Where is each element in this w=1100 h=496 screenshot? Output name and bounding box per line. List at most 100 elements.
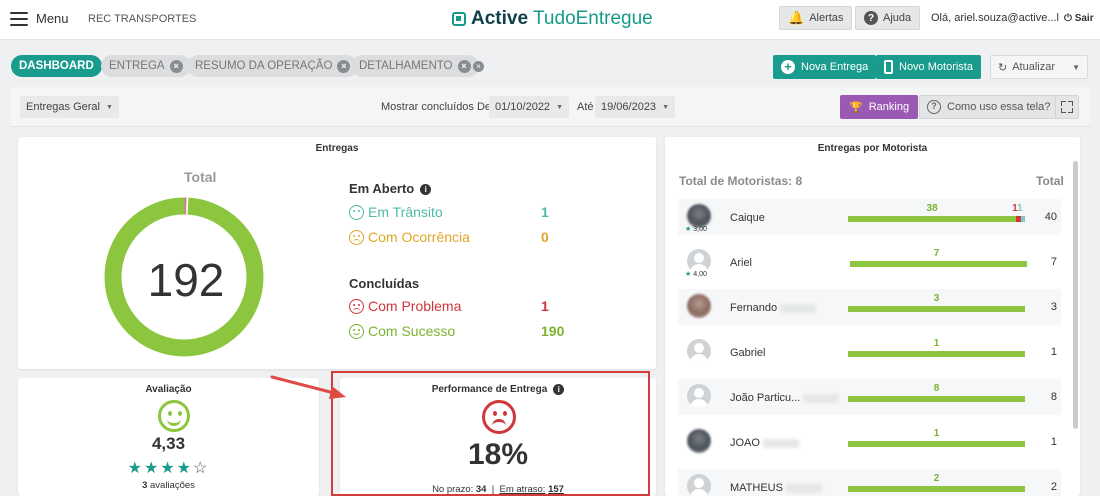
- ranking-button[interactable]: 🏆 Ranking: [840, 95, 919, 119]
- help-button[interactable]: ? Ajuda: [855, 6, 921, 30]
- stat-occurrence[interactable]: Com Ocorrência 0: [349, 229, 559, 245]
- driver-rating-value: 3,00: [693, 226, 707, 233]
- stat-success[interactable]: Com Sucesso 190: [349, 323, 564, 339]
- stat-label: Em Trânsito: [368, 204, 443, 220]
- new-delivery-button[interactable]: + Nova Entrega: [773, 55, 877, 79]
- caret-down-icon[interactable]: ▼: [1072, 63, 1080, 72]
- driver-name: Gabriel: [730, 347, 765, 359]
- logout-button[interactable]: ⏻ Sair: [1064, 13, 1094, 24]
- driver-row[interactable]: Fernando 3 3: [678, 289, 1061, 325]
- sad-face-icon: [349, 229, 364, 245]
- driver-name: Caique: [730, 212, 765, 224]
- done-heading: Concluídas: [349, 276, 420, 291]
- close-tab-icon[interactable]: ×: [337, 59, 351, 73]
- delivery-bar-success[interactable]: [848, 486, 1025, 492]
- tab-label: ENTREGA: [109, 60, 165, 72]
- logo-mark-icon: [452, 12, 466, 26]
- driver-row[interactable]: Gabriel 1 1: [678, 334, 1061, 370]
- alerts-button[interactable]: 🔔 Alertas: [779, 6, 853, 30]
- hamburger-icon: [10, 11, 28, 26]
- expand-icon: [1061, 108, 1066, 113]
- redacted-surname: [780, 303, 817, 313]
- close-tab-icon[interactable]: ×: [169, 59, 183, 73]
- caret-down-icon: ▼: [105, 103, 113, 111]
- menu-button[interactable]: Menu: [10, 11, 69, 26]
- stat-value: 190: [541, 323, 565, 339]
- driver-row[interactable]: JOAO 1 1: [678, 424, 1061, 460]
- stat-label: Com Problema: [368, 298, 462, 314]
- refresh-button[interactable]: ↻ Atualizar ▼: [990, 55, 1088, 79]
- driver-row[interactable]: MATHEUS 2 2: [678, 469, 1061, 496]
- close-tab-icon[interactable]: ×: [457, 59, 471, 73]
- delivery-bar-success[interactable]: [848, 306, 1025, 312]
- delivery-type-select[interactable]: Entregas Geral ▼: [20, 96, 119, 118]
- refresh-label: Atualizar: [1012, 61, 1056, 73]
- sad-face-icon: [349, 298, 364, 314]
- tab-entrega[interactable]: ENTREGA ×: [101, 55, 191, 77]
- driver-total: 7: [1050, 256, 1057, 268]
- stat-in-transit[interactable]: Em Trânsito 1: [349, 204, 559, 220]
- tab-resumo-operacao[interactable]: RESUMO DA OPERAÇÃO ×: [187, 55, 359, 77]
- tab-label: DASHBOARD: [19, 60, 94, 72]
- driver-row[interactable]: ★ 3,00 Caique 38 1 1 40: [678, 199, 1061, 235]
- power-icon: ⏻: [1064, 13, 1072, 24]
- bar-success-label: 3: [933, 293, 940, 304]
- logout-label: Sair: [1074, 13, 1094, 24]
- delivery-bar-open[interactable]: [1020, 216, 1025, 222]
- donut-total-label: Total: [184, 169, 217, 185]
- how-to-use-label: Como uso essa tela?: [947, 101, 1051, 113]
- neutral-face-icon: [349, 204, 364, 220]
- star-icon: ★: [685, 271, 694, 278]
- user-placeholder-icon: [687, 474, 711, 496]
- tab-dashboard[interactable]: DASHBOARD: [11, 55, 102, 77]
- driver-row[interactable]: João Particu... 8 8: [678, 379, 1061, 415]
- menu-label: Menu: [36, 11, 69, 26]
- driver-rating: ★ 4,00: [685, 270, 707, 278]
- delivery-bar-success[interactable]: [848, 396, 1025, 402]
- driver-name-text: Gabriel: [730, 347, 766, 359]
- delivery-bar-success[interactable]: [848, 351, 1025, 357]
- driver-total: 1: [1050, 346, 1057, 358]
- bell-icon: 🔔: [788, 10, 805, 25]
- driver-row[interactable]: ★ 4,00 Ariel 7 7: [678, 244, 1061, 280]
- redacted-surname: [803, 393, 840, 403]
- scrollbar[interactable]: [1073, 161, 1078, 429]
- star-filled-icon: ★: [176, 460, 194, 477]
- avatar: [687, 429, 711, 453]
- company-name: REC TRANSPORTES: [88, 13, 197, 25]
- bar-open-label: 1: [1017, 203, 1023, 214]
- card-title: Entregas por Motorista: [817, 143, 928, 154]
- open-heading: Em Aberto i: [349, 181, 432, 196]
- plus-icon: +: [781, 60, 795, 74]
- delivery-bar-success[interactable]: [848, 216, 1017, 222]
- star-empty-icon: ☆: [193, 460, 210, 477]
- star-icon: ★: [685, 226, 694, 233]
- open-heading-text: Em Aberto: [349, 181, 415, 196]
- info-icon[interactable]: i: [420, 184, 432, 196]
- stat-problem[interactable]: Com Problema 1: [349, 298, 559, 314]
- delivery-bar-success[interactable]: [848, 441, 1025, 447]
- evaluation-score: 4,33: [151, 434, 186, 453]
- new-driver-button[interactable]: Novo Motorista: [876, 55, 981, 79]
- user-greeting[interactable]: Olá, ariel.souza@active...l: [931, 12, 1059, 24]
- logo-text-active: Active: [471, 8, 529, 29]
- date-to-select[interactable]: 19/06/2023 ▼: [595, 96, 675, 118]
- star-filled-icon: ★: [160, 460, 177, 477]
- fullscreen-button[interactable]: [1055, 95, 1079, 119]
- driver-name: João Particu...: [730, 392, 840, 404]
- drivers-card: Entregas por Motorista Total de Motorist…: [665, 137, 1080, 496]
- delivery-bar-success[interactable]: [850, 261, 1027, 267]
- date-from-select[interactable]: 01/10/2022 ▼: [489, 96, 569, 118]
- tab-detalhamento[interactable]: DETALHAMENTO ×: [351, 55, 479, 77]
- filter-bar: Entregas Geral ▼ Mostrar concluídos De 0…: [11, 87, 1090, 127]
- drivers-count-label: Total de Motoristas: 8: [679, 174, 803, 188]
- deliveries-card: Entregas Total 192 Em Aberto i Em Trânsit…: [18, 137, 656, 369]
- how-to-use-button[interactable]: ? Como uso essa tela?: [919, 95, 1059, 119]
- date-from-value: 01/10/2022: [495, 101, 551, 113]
- star-rating: ★★★★☆: [18, 458, 319, 478]
- stat-value: 1: [541, 204, 549, 220]
- bar-success-label: 2: [933, 473, 940, 484]
- close-all-tabs-icon[interactable]: ×: [473, 61, 484, 72]
- redacted-surname: [785, 483, 822, 493]
- redacted-surname: [762, 438, 799, 448]
